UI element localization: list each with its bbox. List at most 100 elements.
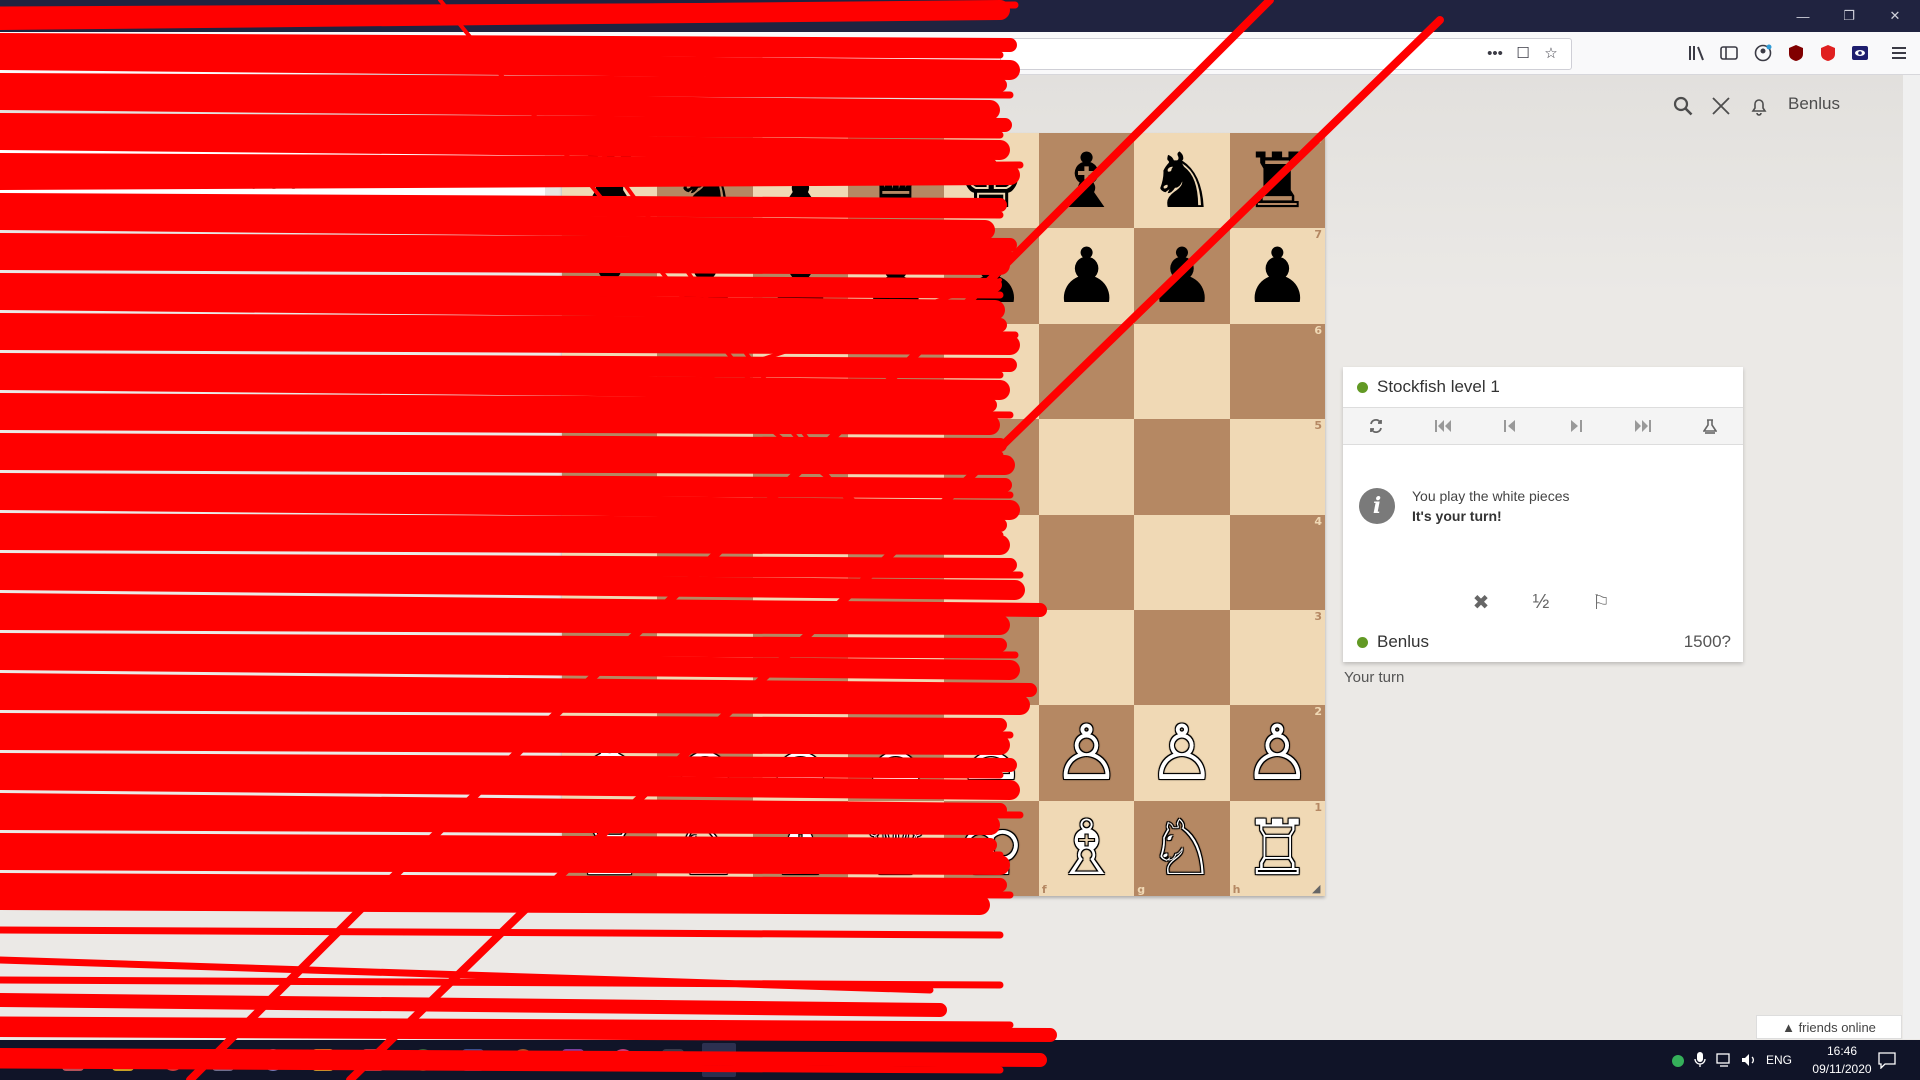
clock-time[interactable]: 16:46 xyxy=(1810,1044,1874,1058)
square-d3[interactable] xyxy=(848,609,944,706)
square-h7[interactable]: ♟ 7 xyxy=(1229,228,1325,324)
last-move-icon[interactable] xyxy=(1628,411,1658,441)
square-g5[interactable] xyxy=(1134,419,1230,515)
square-g6[interactable] xyxy=(1134,323,1230,420)
library-icon[interactable] xyxy=(1686,42,1708,64)
flip-board-icon[interactable] xyxy=(1361,411,1391,441)
square-d7[interactable]: ♟ xyxy=(848,228,944,324)
square-a3[interactable] xyxy=(562,609,658,706)
board-resize-handle[interactable]: ◢ xyxy=(1312,882,1324,895)
white-knight-piece[interactable]: ♘ xyxy=(671,810,739,886)
square-g2[interactable]: ♙ xyxy=(1134,705,1230,801)
square-b8[interactable]: ♞ xyxy=(657,133,753,229)
notifications-icon[interactable] xyxy=(1878,1051,1896,1070)
square-a6[interactable] xyxy=(562,323,658,420)
square-f7[interactable]: ♟ xyxy=(1038,228,1135,324)
page-actions-button[interactable]: ••• xyxy=(1484,42,1506,64)
privacy-icon[interactable] xyxy=(1849,42,1871,64)
taskbar-app-13-icon[interactable] xyxy=(662,1049,684,1071)
square-d6[interactable] xyxy=(848,323,944,420)
taskbar-app-3-icon[interactable] xyxy=(162,1049,184,1071)
player-name[interactable]: Benlus xyxy=(1377,632,1429,651)
white-rook-piece[interactable]: ♖ xyxy=(576,810,644,886)
square-d5[interactable] xyxy=(848,419,944,515)
square-f3[interactable] xyxy=(1038,609,1135,706)
square-a8[interactable]: ♜ xyxy=(562,133,658,229)
taskbar-app-4-icon[interactable] xyxy=(212,1049,234,1071)
square-d8[interactable]: ♛ xyxy=(848,133,944,229)
friends-online-toggle[interactable]: ▲ friends online xyxy=(1756,1015,1902,1039)
black-pawn-piece[interactable]: ♟ xyxy=(1052,238,1120,314)
bookmark-star-icon[interactable]: ☆ xyxy=(1540,42,1562,64)
square-b1[interactable]: ♘ b xyxy=(657,800,753,896)
player-black-label[interactable]: Stockfish AI level 1 (800) xyxy=(200,217,343,232)
opponent-name[interactable]: Stockfish level 1 xyxy=(1377,377,1500,396)
white-pawn-piece[interactable]: ♙ xyxy=(862,714,930,791)
restore-button[interactable]: ❐ xyxy=(1826,0,1872,32)
black-bishop-piece[interactable]: ♝ xyxy=(1052,142,1120,219)
first-move-icon[interactable] xyxy=(1428,411,1458,441)
square-g3[interactable] xyxy=(1134,609,1230,706)
black-knight-piece[interactable]: ♞ xyxy=(671,142,739,219)
square-e8[interactable]: ♚ xyxy=(943,133,1039,229)
white-bishop-piece[interactable]: ♗ xyxy=(1052,810,1120,886)
square-f1[interactable]: ♗ f xyxy=(1038,800,1135,896)
square-a4[interactable] xyxy=(562,514,658,610)
square-g7[interactable]: ♟ xyxy=(1134,228,1230,324)
volume-icon[interactable] xyxy=(1740,1052,1758,1068)
square-b3[interactable] xyxy=(657,609,753,706)
menu-icon[interactable] xyxy=(1888,42,1910,64)
tray-status-icon[interactable] xyxy=(1672,1055,1684,1067)
black-pawn-piece[interactable]: ♟ xyxy=(957,238,1025,314)
sidebar-icon[interactable] xyxy=(1718,42,1740,64)
chess-board[interactable]: ♜ ♞ ♝ ♛ ♚ ♝ ♞ ♜ 8 ♟ ♟ ♟ ♟ ♟ ♟ ♟ ♟ 7 6 5 4 3 ♙ ♙ ♙ ♙ ♙ ♙ ♙ ♙ 2 ♖ a ♘ b ♗ c ♕ d ♔… xyxy=(562,133,1325,896)
user-menu-button[interactable]: Benlus xyxy=(1788,94,1840,114)
square-e2[interactable]: ♙ xyxy=(943,705,1039,801)
square-f4[interactable] xyxy=(1038,514,1135,610)
square-e4[interactable] xyxy=(943,514,1039,610)
analysis-icon[interactable] xyxy=(1695,411,1725,441)
white-pawn-piece[interactable]: ♙ xyxy=(576,714,644,791)
white-pawn-piece[interactable]: ♙ xyxy=(1052,714,1120,791)
black-pawn-piece[interactable]: ♟ xyxy=(671,238,739,314)
black-king-piece[interactable]: ♚ xyxy=(957,142,1025,219)
square-b4[interactable] xyxy=(657,514,753,610)
black-rook-piece[interactable]: ♜ xyxy=(576,142,644,219)
input-language[interactable]: ENG xyxy=(1766,1053,1792,1067)
square-f6[interactable] xyxy=(1038,323,1135,420)
square-c5[interactable] xyxy=(752,419,849,515)
square-a5[interactable] xyxy=(562,419,658,515)
close-button[interactable]: ✕ xyxy=(1872,0,1918,32)
square-e6[interactable] xyxy=(943,323,1039,420)
square-c6[interactable] xyxy=(752,323,849,420)
white-pawn-piece[interactable]: ♙ xyxy=(766,714,834,791)
white-rook-piece[interactable]: ♖ xyxy=(1243,810,1311,886)
white-bishop-piece[interactable]: ♗ xyxy=(766,810,834,886)
white-pawn-piece[interactable]: ♙ xyxy=(1148,714,1216,791)
square-g8[interactable]: ♞ xyxy=(1134,133,1230,229)
black-knight-piece[interactable]: ♞ xyxy=(1148,142,1216,219)
white-queen-piece[interactable]: ♕ xyxy=(862,810,930,886)
square-h6[interactable]: 6 xyxy=(1229,323,1325,420)
resign-flag-icon[interactable]: ⚐ xyxy=(1588,589,1614,615)
bell-icon[interactable] xyxy=(1747,94,1771,118)
player-white-label[interactable]: Benlus (1500?) xyxy=(200,197,288,212)
black-bishop-piece[interactable]: ♝ xyxy=(766,142,834,219)
square-c1[interactable]: ♗ c xyxy=(752,800,849,896)
black-pawn-piece[interactable]: ♟ xyxy=(862,238,930,314)
minimize-button[interactable]: — xyxy=(1780,0,1826,32)
square-g1[interactable]: ♘ g xyxy=(1134,800,1230,896)
black-pawn-piece[interactable]: ♟ xyxy=(1243,238,1311,314)
square-f8[interactable]: ♝ xyxy=(1038,133,1135,229)
microphone-icon[interactable] xyxy=(1694,1052,1706,1068)
square-a1[interactable]: ♖ a xyxy=(562,800,658,896)
square-h3[interactable]: 3 xyxy=(1229,609,1325,706)
white-pawn-piece[interactable]: ♙ xyxy=(671,714,739,791)
network-icon[interactable] xyxy=(1716,1052,1734,1068)
abort-game-button[interactable]: ✖ xyxy=(1468,589,1494,615)
taskbar-app-1-icon[interactable] xyxy=(62,1049,84,1071)
square-h4[interactable]: 4 xyxy=(1229,514,1325,610)
black-queen-piece[interactable]: ♛ xyxy=(862,142,930,219)
offer-draw-button[interactable]: ½ xyxy=(1528,589,1554,615)
white-knight-piece[interactable]: ♘ xyxy=(1148,810,1216,886)
